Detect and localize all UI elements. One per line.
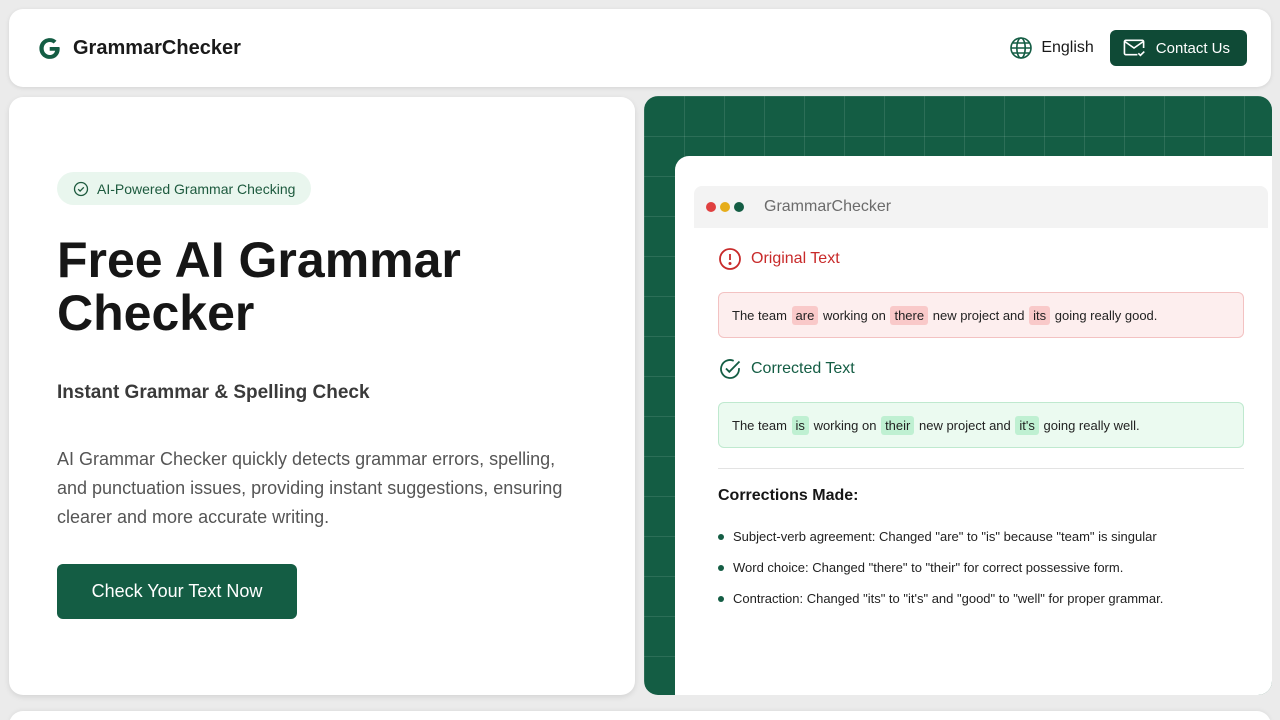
window-title: GrammarChecker <box>764 198 892 215</box>
highlighted-word: is <box>791 415 809 435</box>
text-segment: going really good. <box>1054 307 1158 323</box>
correction-item: Subject-verb agreement: Changed "are" to… <box>718 521 1163 552</box>
globe-icon <box>1010 37 1033 59</box>
demo-card: GrammarChecker Original Text The team ar… <box>675 156 1272 695</box>
site-header: GrammarChecker English Contact Us <box>9 9 1271 87</box>
divider <box>718 468 1244 469</box>
minimize-dot-icon <box>720 202 730 212</box>
maximize-dot-icon <box>734 202 744 212</box>
bullet-icon <box>718 533 724 540</box>
brand-name: GrammarChecker <box>73 36 241 59</box>
highlighted-word: their <box>881 415 915 435</box>
original-text-heading: Original Text <box>718 247 840 271</box>
corrected-text-box: The team is working on their new project… <box>718 402 1244 448</box>
corrected-heading-label: Corrected Text <box>751 360 855 377</box>
mail-check-icon <box>1123 39 1145 57</box>
check-text-button[interactable]: Check Your Text Now <box>57 564 297 619</box>
alert-circle-icon <box>719 248 741 270</box>
g-logo-icon <box>39 37 60 59</box>
bullet-icon <box>718 564 724 571</box>
original-heading-label: Original Text <box>751 250 840 267</box>
text-segment: going really well. <box>1043 417 1140 433</box>
next-section <box>9 711 1271 720</box>
hero-description: AI Grammar Checker quickly detects gramm… <box>57 449 563 527</box>
text-segment: new project and <box>932 307 1025 323</box>
ai-badge: AI-Powered Grammar Checking <box>57 172 312 205</box>
text-segment: new project and <box>918 417 1011 433</box>
hero-subtitle: Instant Grammar & Spelling Check <box>57 382 370 403</box>
highlighted-word: there <box>890 305 929 325</box>
check-circle-icon <box>73 181 89 196</box>
contact-button[interactable]: Contact Us <box>1109 30 1247 66</box>
original-text-box: The team are working on there new projec… <box>718 292 1244 338</box>
bullet-icon <box>718 595 724 602</box>
correction-text: Subject-verb agreement: Changed "are" to… <box>733 529 1157 544</box>
badge-label: AI-Powered Grammar Checking <box>97 180 296 197</box>
highlighted-word: it's <box>1015 415 1039 435</box>
hero-panel: AI-Powered Grammar Checking Free AI Gram… <box>9 97 635 695</box>
text-segment: working on <box>822 307 886 323</box>
correction-text: Word choice: Changed "there" to "their" … <box>733 560 1124 575</box>
contact-label: Contact Us <box>1155 39 1230 57</box>
page-title: Free AI Grammar Checker <box>57 232 461 341</box>
demo-panel: GrammarChecker Original Text The team ar… <box>644 96 1272 695</box>
close-dot-icon <box>706 202 716 212</box>
highlighted-word: its <box>1029 305 1051 325</box>
header-actions: English Contact Us <box>1009 30 1247 66</box>
corrections-list: Subject-verb agreement: Changed "are" to… <box>718 521 1163 614</box>
highlighted-word: are <box>791 305 819 325</box>
corrections-title: Corrections Made: <box>718 487 859 504</box>
language-label: English <box>1041 39 1094 56</box>
check-circle-icon <box>720 359 741 379</box>
text-segment: The team <box>732 307 787 323</box>
correction-item: Word choice: Changed "there" to "their" … <box>718 552 1163 583</box>
text-segment: The team <box>732 417 787 433</box>
corrected-text-heading: Corrected Text <box>718 357 855 381</box>
window-bar: GrammarChecker <box>694 186 1268 228</box>
text-segment: working on <box>813 417 877 433</box>
language-selector[interactable]: English <box>1009 36 1094 60</box>
brand[interactable]: GrammarChecker <box>37 36 241 61</box>
correction-text: Contraction: Changed "its" to "it's" and… <box>733 591 1164 606</box>
correction-item: Contraction: Changed "its" to "it's" and… <box>718 583 1163 614</box>
